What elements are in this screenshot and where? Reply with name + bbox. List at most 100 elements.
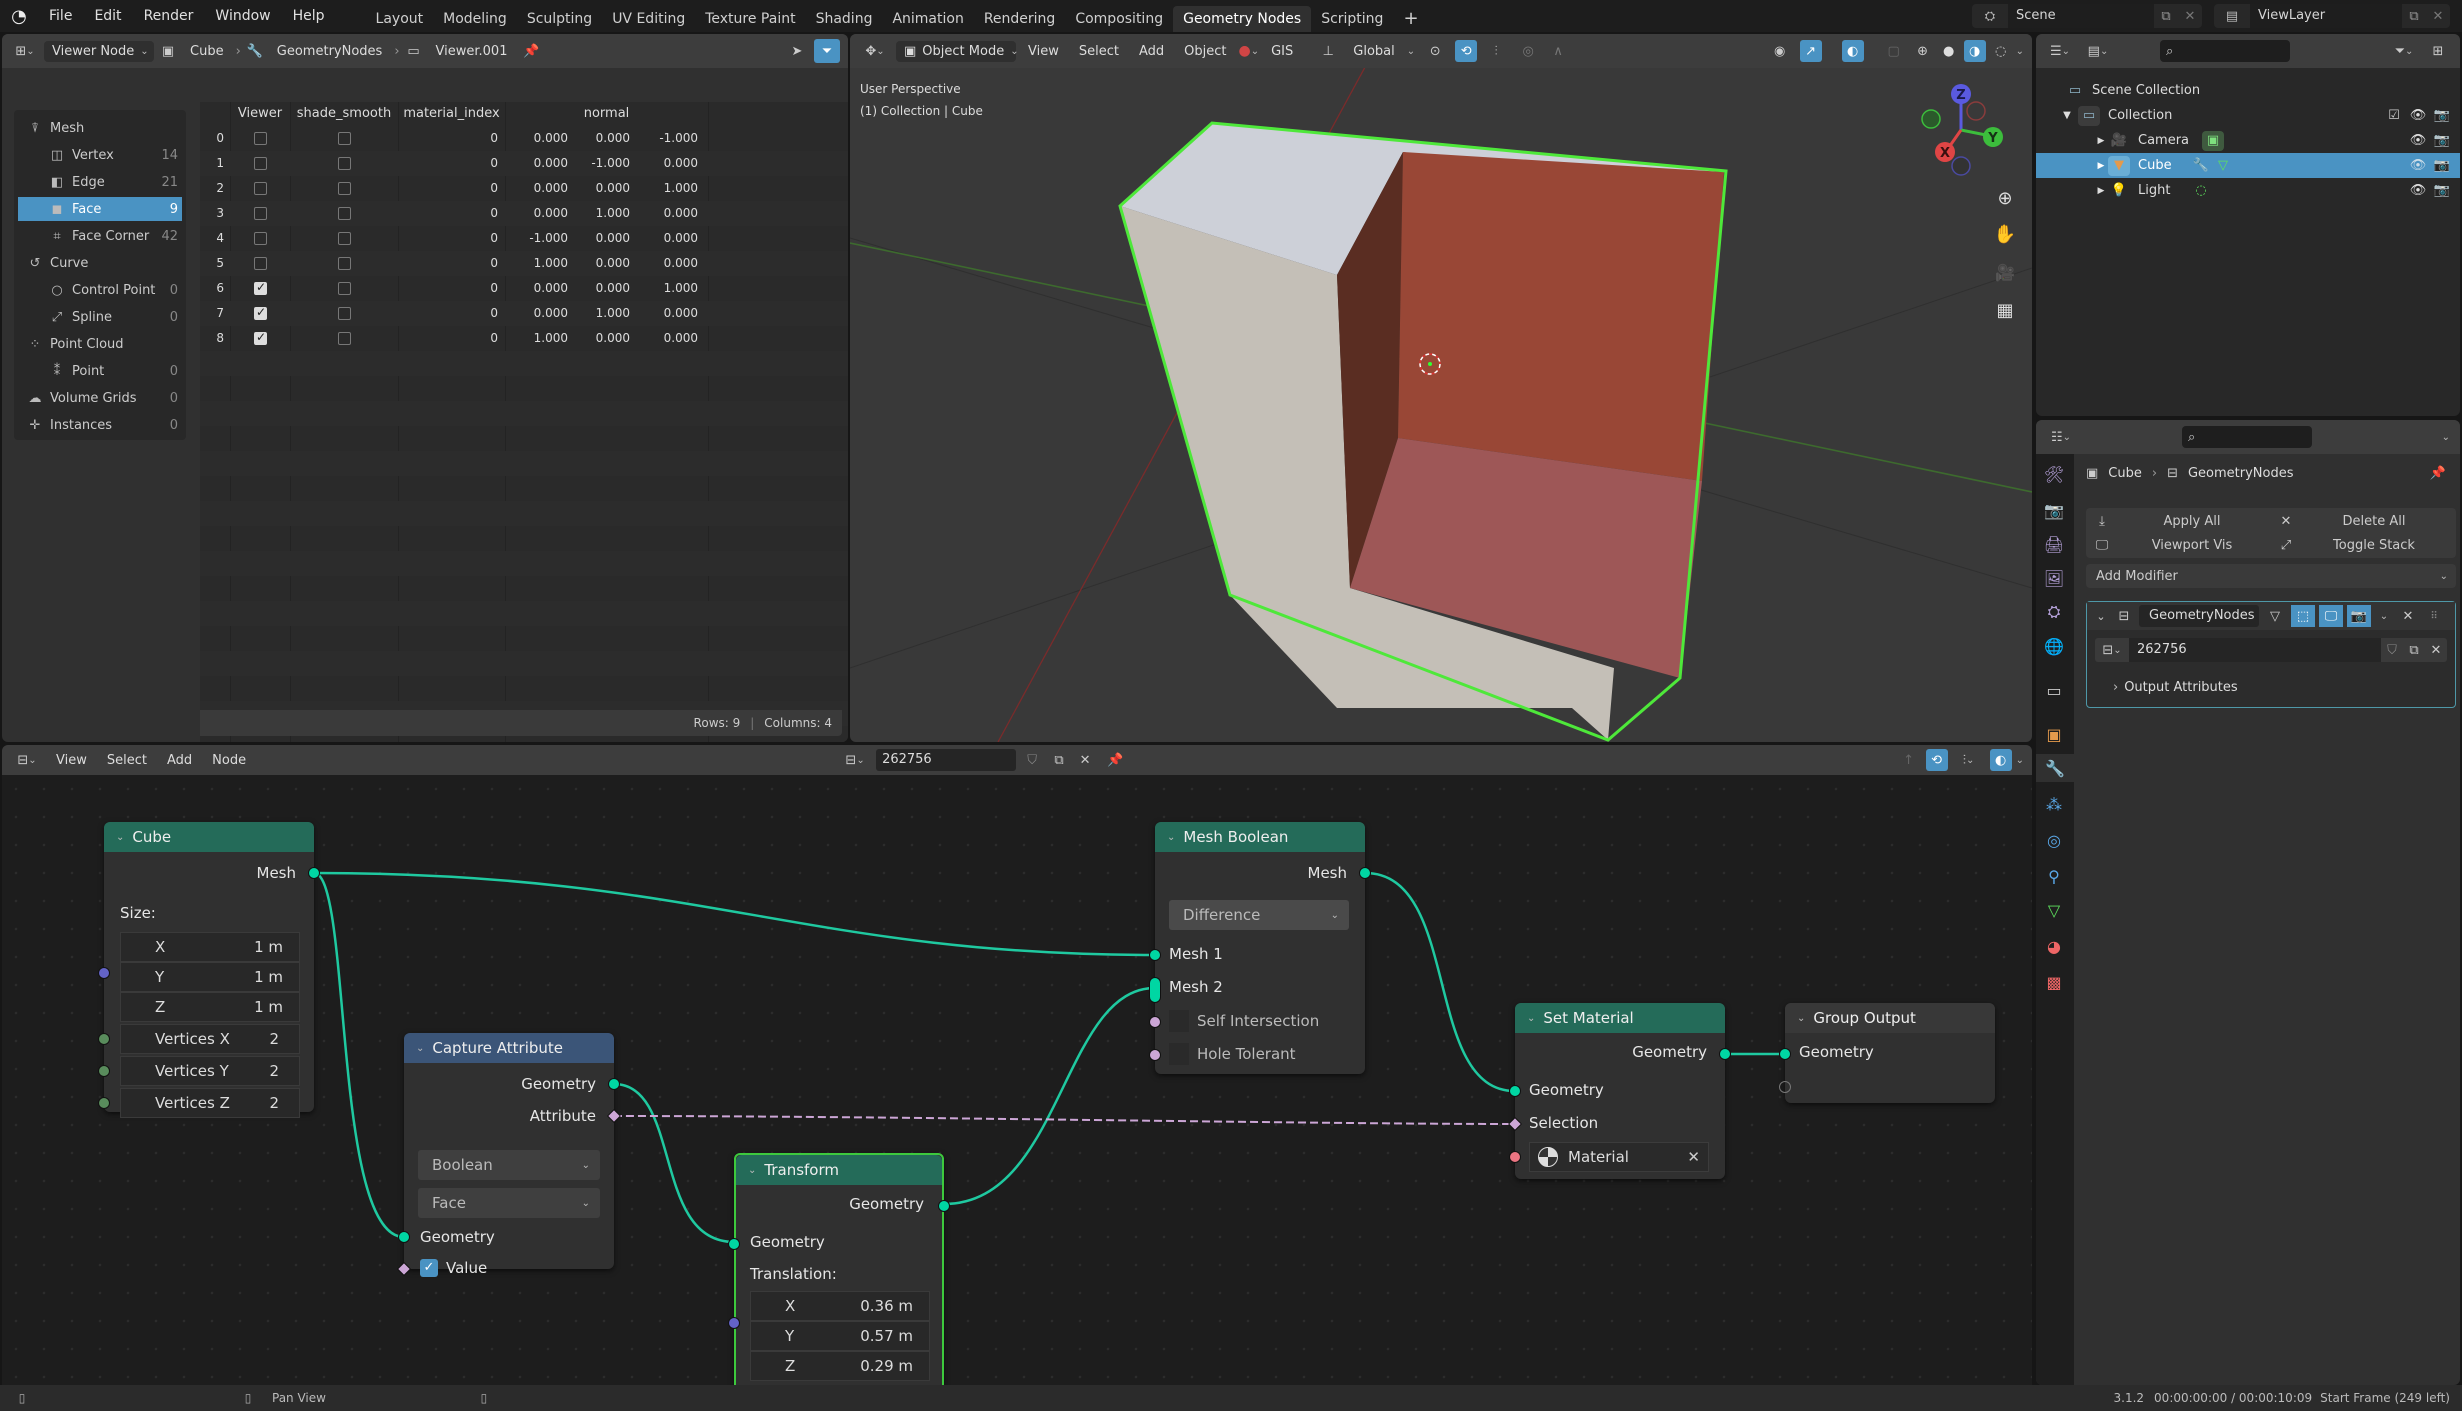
solid-shading-icon[interactable]: ● — [1938, 44, 1960, 59]
node-transform[interactable]: ⌄ Transform Geometry Geometry Translation… — [728, 1153, 950, 1393]
vertices-z-field[interactable]: Vertices Z 2 — [120, 1088, 300, 1118]
tab-modeling[interactable]: Modeling — [433, 6, 517, 32]
pan-view-hand-icon[interactable]: ✋ — [1991, 220, 2019, 248]
wireframe-shading-icon[interactable]: ⊕ — [1912, 44, 1934, 59]
physics-tab-icon[interactable]: ◎ — [2040, 826, 2068, 854]
apply-all-button[interactable]: ⤓ Apply All — [2092, 510, 2272, 532]
input-socket-hole-tolerant[interactable] — [1149, 1049, 1161, 1061]
editor-type-icon[interactable]: ☰ ⌄ — [2044, 44, 2076, 59]
data-set-curve[interactable]: ↺ Curve — [18, 251, 182, 275]
output-tab-icon[interactable]: 🖨 — [2040, 530, 2068, 558]
data-set-control-point[interactable]: ○ Control Point 0 — [18, 278, 182, 302]
modifier-wrench-icon[interactable]: 🔧 — [2190, 158, 2212, 173]
fake-user-shield-icon[interactable]: ⛉ — [2381, 643, 2403, 658]
tab-geometry-nodes[interactable]: Geometry Nodes — [1173, 6, 1312, 32]
menu-window[interactable]: Window — [204, 0, 281, 32]
node-group-output[interactable]: ⌄ Group Output Geometry — [1779, 1003, 1995, 1103]
node-header[interactable]: ⌄ Mesh Boolean — [1155, 822, 1365, 852]
constraints-tab-icon[interactable]: ⚲ — [2040, 862, 2068, 890]
node-header[interactable]: ⌄ Transform — [736, 1155, 942, 1185]
outliner-item-scene-collection[interactable]: ▭ Scene Collection — [2036, 78, 2460, 103]
node-group-browse-icon[interactable]: ⊟ ⌄ — [2095, 643, 2129, 658]
visibility-icon[interactable]: ◉ — [1764, 44, 1796, 59]
delete-all-button[interactable]: ✕ Delete All — [2276, 510, 2452, 532]
unlink-icon[interactable]: ✕ — [2425, 643, 2447, 658]
object-tab-icon[interactable]: ▣ — [2040, 720, 2068, 748]
translation-x-field[interactable]: X 0.36 m — [750, 1291, 930, 1321]
input-socket-size[interactable] — [98, 967, 110, 979]
input-socket-mesh-2[interactable] — [1149, 977, 1161, 1003]
domain-dropdown[interactable]: Face ⌄ — [418, 1188, 600, 1218]
render-toggle-icon[interactable]: 📷 — [2347, 605, 2371, 627]
pin-icon[interactable]: 📌 — [2430, 466, 2446, 481]
rendered-shading-icon[interactable]: ◌ — [1990, 44, 2012, 59]
unlink-icon[interactable]: ✕ — [1074, 753, 1096, 768]
data-set-point[interactable]: ⁑ Point 0 — [18, 359, 182, 383]
data-set-edge[interactable]: ◧ Edge 21 — [18, 170, 182, 194]
tab-sculpting[interactable]: Sculpting — [517, 6, 602, 32]
orientation-dropdown[interactable]: Global — [1345, 44, 1402, 59]
node-capture-attribute[interactable]: ⌄ Capture Attribute Geometry Attribute Bo… — [396, 1033, 622, 1277]
node-header[interactable]: ⌄ Set Material — [1515, 1003, 1725, 1033]
data-set-vertex[interactable]: ◫ Vertex 14 — [18, 143, 182, 167]
overlay-toggle-icon[interactable]: ◐ — [1989, 749, 2012, 771]
eye-icon[interactable]: 👁 — [2406, 133, 2430, 148]
render-camera-icon[interactable]: 📷 — [2430, 183, 2454, 198]
outliner-item-collection[interactable]: ▼ ▭ Collection ☑ 👁 📷 — [2036, 103, 2460, 128]
menu-view[interactable]: View — [1020, 44, 1067, 59]
scene-tab-icon[interactable]: ⛭ — [2040, 598, 2068, 626]
chevron-down-icon[interactable]: ⌄ — [2016, 46, 2024, 57]
menu-edit[interactable]: Edit — [83, 0, 132, 32]
viewport-scene[interactable] — [850, 68, 2032, 742]
blender-logo-icon[interactable]: ◔ — [0, 0, 38, 32]
texture-tab-icon[interactable]: ▩ — [2040, 968, 2068, 996]
overlay-toggle-icon[interactable]: ◐ — [1841, 40, 1864, 62]
render-camera-icon[interactable]: 📷 — [2430, 133, 2454, 148]
eye-icon[interactable]: 👁 — [2406, 108, 2430, 123]
navigation-gizmo[interactable]: Z Y X — [1915, 74, 2015, 184]
render-tab-icon[interactable]: 📷 — [2040, 496, 2068, 524]
output-socket-geometry[interactable] — [938, 1200, 950, 1212]
node-cube[interactable]: ⌄ Cube Mesh Size: X 1 m Y 1 m Z 1 m Vertices… — [98, 822, 320, 1118]
chevron-down-icon[interactable]: ⌄ — [1407, 46, 1415, 57]
add-workspace-button[interactable]: + — [1393, 6, 1428, 32]
viewport-toggle-icon[interactable]: 🖵 — [2319, 605, 2343, 627]
outliner-item-camera[interactable]: ▶ 🎥 Camera ▣ 👁 📷 — [2036, 128, 2460, 153]
vertices-x-field[interactable]: Vertices X 2 — [120, 1024, 300, 1054]
input-socket-vertices-y[interactable] — [98, 1065, 110, 1077]
mesh-data-icon[interactable]: ▽ — [2212, 158, 2234, 173]
gizmo-neg-x[interactable] — [1966, 101, 1986, 121]
display-mode-dropdown[interactable]: Viewer Node ⌄ — [44, 40, 154, 62]
collection-tab-icon[interactable]: ▭ — [2040, 676, 2068, 704]
render-camera-icon[interactable]: 📷 — [2430, 108, 2454, 123]
view-layer-tab-icon[interactable]: 🖼 — [2040, 564, 2068, 592]
value-checkbox[interactable]: ✓ — [420, 1259, 438, 1277]
output-socket-geometry[interactable] — [1719, 1048, 1731, 1060]
menu-select[interactable]: Select — [1071, 44, 1127, 59]
exclude-checkbox-icon[interactable]: ☑ — [2382, 108, 2406, 123]
view-layer-selector[interactable]: ▤ ViewLayer ⧉ ✕ — [2214, 4, 2450, 28]
toggle-stack-button[interactable]: ⤢ Toggle Stack — [2276, 534, 2452, 556]
data-set-mesh[interactable]: ⍒ Mesh — [18, 116, 182, 140]
zoom-view-icon[interactable]: ⊕ — [1991, 184, 2019, 212]
data-set-face[interactable]: ◼ Face 9 — [18, 197, 182, 221]
tab-layout[interactable]: Layout — [366, 6, 434, 32]
node-set-material[interactable]: ⌄ Set Material Geometry Geometry Selectio… — [1507, 1003, 1731, 1179]
node-mesh-boolean[interactable]: ⌄ Mesh Boolean Mesh Difference ⌄ Mesh 1 Me… — [1149, 822, 1371, 1074]
editor-type-icon[interactable]: ⊟ ⌄ — [10, 753, 44, 768]
tab-uv-editing[interactable]: UV Editing — [602, 6, 695, 32]
chevron-down-icon[interactable]: ⌄ — [2442, 432, 2450, 443]
expand-arrow-icon[interactable]: ▼ — [2060, 110, 2074, 121]
column-header-shade-smooth[interactable]: shade_smooth — [290, 102, 398, 126]
add-modifier-dropdown[interactable]: Add Modifier ⌄ — [2086, 564, 2456, 588]
node-group-field[interactable]: 262756 — [876, 749, 1017, 771]
collapse-chevron-icon[interactable]: ⌄ — [116, 832, 124, 843]
collapse-chevron-icon[interactable]: ⌄ — [1797, 1013, 1805, 1024]
material-tab-icon[interactable]: ◕ — [2040, 932, 2068, 960]
duplicate-icon[interactable]: ⧉ — [1048, 753, 1070, 768]
column-header-material-index[interactable]: material_index — [398, 102, 505, 126]
3d-viewport[interactable]: ✥ ⌄ ▣ Object Mode ⌄ View Select Add Object … — [850, 34, 2032, 742]
column-header-viewer[interactable]: Viewer — [230, 102, 290, 126]
node-header[interactable]: ⌄ Group Output — [1785, 1003, 1995, 1033]
snap-target-icon[interactable]: ⫶ — [1481, 44, 1511, 59]
